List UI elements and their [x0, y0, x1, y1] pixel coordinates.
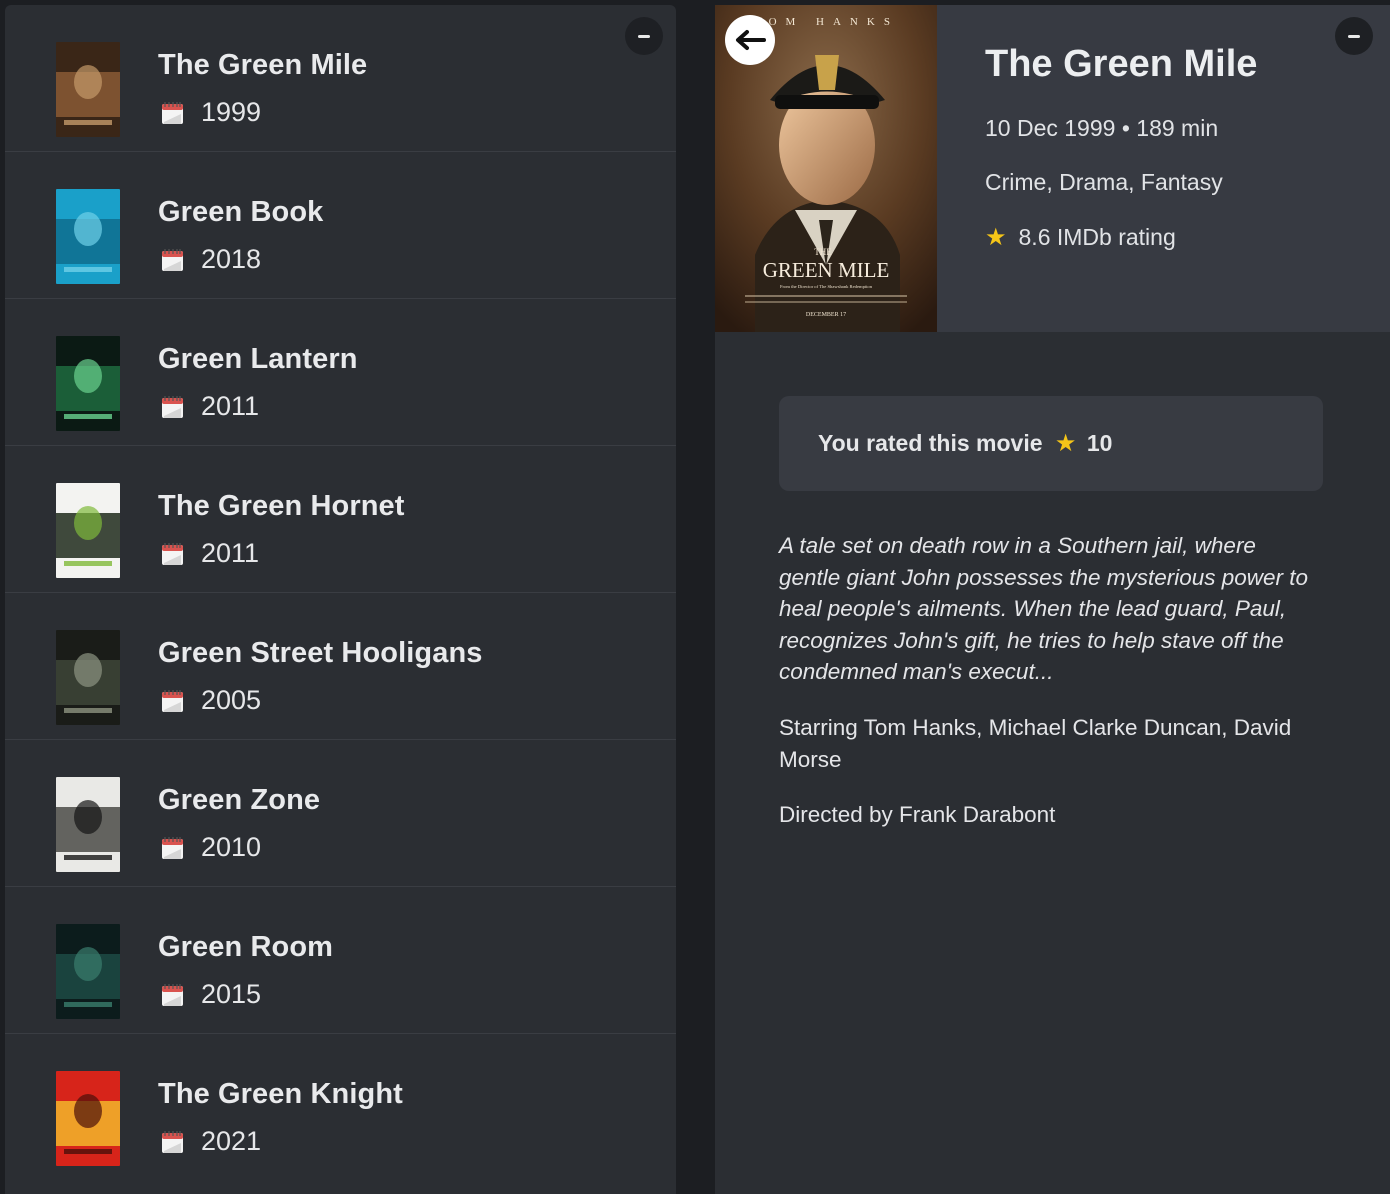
calendar-icon: [162, 542, 183, 565]
poster-thumbnail: [56, 1071, 120, 1166]
movie-year: 2010: [201, 832, 262, 862]
imdb-rating: ★ 8.6 IMDb rating: [985, 223, 1176, 252]
movie-title: The Green Mile: [158, 49, 368, 81]
poster-thumbnail: [56, 189, 120, 284]
poster-date-text: DECEMBER 17: [806, 312, 846, 318]
imdb-rating-text: 8.6 IMDb rating: [1018, 224, 1176, 250]
minus-icon: [1348, 34, 1360, 38]
collapse-results-button[interactable]: [625, 17, 663, 55]
movie-year-row: 2011: [161, 538, 259, 569]
movie-year: 2005: [201, 685, 262, 715]
list-item[interactable]: The Green Mile 1999: [5, 5, 676, 152]
movie-year: 2018: [201, 244, 262, 274]
movie-year-row: 1999: [161, 97, 261, 128]
movie-title: The Green Hornet: [158, 490, 405, 522]
movie-year: 1999: [201, 97, 262, 127]
calendar-icon: [162, 101, 183, 124]
movie-year-row: 2010: [161, 832, 261, 863]
user-rating-label: You rated this movie: [818, 430, 1043, 456]
poster-thumbnail: [56, 777, 120, 872]
genres: Crime, Drama, Fantasy: [985, 169, 1223, 195]
overview: A tale set on death row in a Southern ja…: [779, 533, 1309, 684]
movie-year-row: 2021: [161, 1126, 261, 1157]
list-item[interactable]: Green Street Hooligans 2005: [5, 593, 676, 740]
star-icon: ★: [1054, 430, 1077, 457]
poster-title-text: GREEN MILE: [763, 258, 890, 282]
directed-by: Directed by Frank Darabont: [779, 802, 1056, 827]
calendar-icon: [162, 836, 183, 859]
detail-header: TOM HANKS THE GREEN MILE From the Direct…: [715, 5, 1390, 332]
star-icon: ★: [985, 224, 1007, 251]
poster-tagline: From the Director of The Shawshank Redem…: [780, 284, 873, 289]
back-button[interactable]: [725, 15, 775, 65]
movie-year-row: 2011: [161, 391, 259, 422]
movie-year: 2011: [201, 391, 260, 421]
movie-year-row: 2005: [161, 685, 261, 716]
results-panel: The Green Mile 1999 Green Book 2018 Green La…: [5, 5, 676, 1194]
detail-meta: 10 Dec 1999 • 189 min: [985, 115, 1218, 142]
calendar-icon: [162, 248, 183, 271]
movie-year-row: 2015: [161, 979, 261, 1010]
calendar-icon: [162, 689, 183, 712]
poster-the-text: THE: [814, 247, 832, 257]
user-rating-box[interactable]: You rated this movie ★ 10: [779, 396, 1323, 491]
poster-thumbnail: [56, 483, 120, 578]
poster-thumbnail: [56, 924, 120, 1019]
collapse-detail-button[interactable]: [1335, 17, 1373, 55]
movie-title: Green Book: [158, 196, 324, 228]
poster-top-text: TOM HANKS: [753, 16, 899, 28]
movie-year: 2015: [201, 979, 262, 1009]
user-rating-value: 10: [1086, 430, 1113, 456]
movie-year: 2021: [201, 1126, 262, 1156]
minus-icon: [638, 34, 650, 38]
back-arrow-icon: [736, 30, 766, 50]
meta-separator: •: [1121, 115, 1137, 141]
movie-title: Green Street Hooligans: [158, 637, 483, 669]
detail-panel: TOM HANKS THE GREEN MILE From the Direct…: [715, 5, 1390, 1194]
movie-year: 2011: [201, 538, 260, 568]
list-item[interactable]: Green Room 2015: [5, 887, 676, 1034]
list-item[interactable]: The Green Hornet 2011: [5, 446, 676, 593]
list-item[interactable]: Green Lantern 2011: [5, 299, 676, 446]
movie-title: The Green Knight: [158, 1078, 403, 1110]
results-list: The Green Mile 1999 Green Book 2018 Green La…: [5, 5, 676, 1180]
poster-thumbnail: [56, 42, 120, 137]
list-item[interactable]: Green Zone 2010: [5, 740, 676, 887]
starring: Starring Tom Hanks, Michael Clarke Dunca…: [779, 715, 1292, 772]
list-item[interactable]: Green Book 2018: [5, 152, 676, 299]
calendar-icon: [162, 983, 183, 1006]
movie-title: Green Room: [158, 931, 334, 963]
poster-thumbnail: [56, 336, 120, 431]
calendar-icon: [162, 395, 183, 418]
movie-year-row: 2018: [161, 244, 261, 275]
movie-title: Green Zone: [158, 784, 321, 816]
movie-title: Green Lantern: [158, 343, 358, 375]
calendar-icon: [162, 1130, 183, 1153]
list-item[interactable]: The Green Knight 2021: [5, 1034, 676, 1180]
poster-thumbnail: [56, 630, 120, 725]
user-rating-text-row: You rated this movie ★ 10: [818, 429, 1112, 458]
detail-title: The Green Mile: [985, 43, 1258, 85]
runtime: 189 min: [1136, 115, 1219, 141]
release-date: 10 Dec 1999: [985, 115, 1116, 141]
